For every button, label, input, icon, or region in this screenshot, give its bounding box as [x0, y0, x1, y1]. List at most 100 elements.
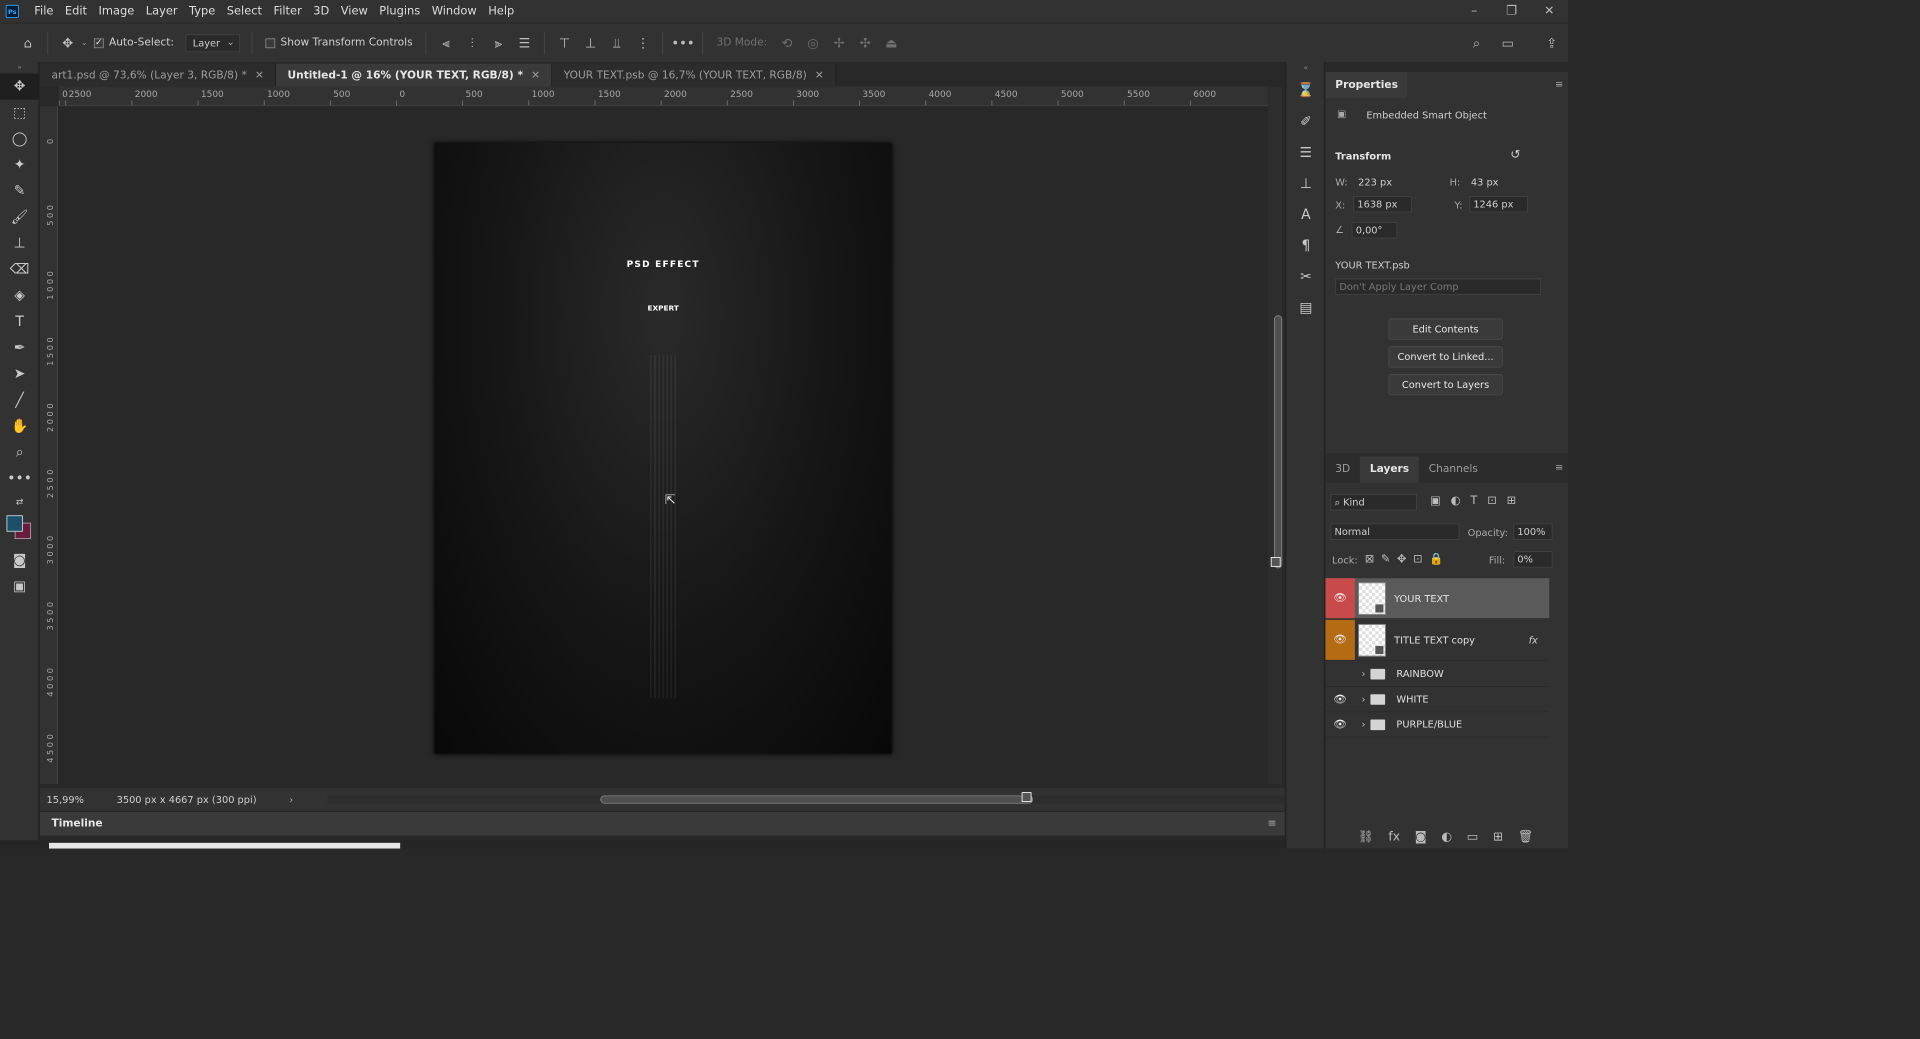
- menu-3d[interactable]: 3D: [307, 0, 335, 23]
- layer-effects-icon[interactable]: fx: [1529, 634, 1538, 645]
- restore-icon[interactable]: ❐: [1493, 0, 1531, 23]
- timeline-panel[interactable]: Timeline ≡: [40, 810, 1285, 836]
- brush-tool-icon[interactable]: 🖌: [0, 204, 39, 230]
- menu-type[interactable]: Type: [183, 0, 221, 23]
- edit-contents-button[interactable]: Edit Contents: [1388, 318, 1503, 340]
- x-position-field[interactable]: 1638 px: [1353, 196, 1413, 213]
- new-group-icon[interactable]: ▭: [1467, 829, 1479, 844]
- layer-row[interactable]: 👁 YOUR TEXT: [1325, 578, 1550, 620]
- eyedropper-tool-icon[interactable]: ✎: [0, 178, 39, 204]
- zoom-level[interactable]: 15,99%: [47, 794, 84, 805]
- properties-tab[interactable]: Properties: [1325, 71, 1408, 99]
- layer-group-row[interactable]: 👁 › WHITE: [1325, 687, 1550, 713]
- path-selection-tool-icon[interactable]: ➤: [0, 361, 39, 387]
- more-icon[interactable]: •••: [670, 30, 696, 56]
- tab-channels[interactable]: Channels: [1419, 457, 1488, 483]
- chevron-down-icon[interactable]: ⌄: [81, 38, 88, 47]
- visibility-eye-icon[interactable]: 👁: [1326, 687, 1355, 712]
- align-top-icon[interactable]: ⊤: [551, 30, 577, 56]
- align-right-icon[interactable]: ⫸: [485, 30, 511, 56]
- horizontal-scrollbar[interactable]: [327, 792, 1296, 804]
- chevron-right-icon[interactable]: ›: [1361, 668, 1365, 679]
- workspace-icon[interactable]: ▭: [1495, 30, 1521, 56]
- menu-window[interactable]: Window: [426, 0, 483, 23]
- vertical-scrollbar[interactable]: [1267, 86, 1283, 785]
- close-window-icon[interactable]: ✕: [1530, 0, 1568, 23]
- menu-plugins[interactable]: Plugins: [374, 0, 426, 23]
- libraries-icon[interactable]: ▤: [1286, 292, 1325, 323]
- paint-bucket-tool-icon[interactable]: ◈: [0, 283, 39, 309]
- angle-field[interactable]: 0,00°: [1351, 222, 1398, 239]
- width-value[interactable]: 223 px: [1358, 176, 1392, 187]
- lock-icons[interactable]: ⊠✎✥⊡🔒: [1365, 553, 1450, 566]
- layer-group-row[interactable]: › RAINBOW: [1325, 662, 1550, 687]
- move-tool-icon[interactable]: ✥: [55, 30, 81, 56]
- new-layer-icon[interactable]: ⊞: [1493, 829, 1503, 844]
- menu-help[interactable]: Help: [482, 0, 520, 23]
- layer-name[interactable]: PURPLE/BLUE: [1396, 719, 1462, 730]
- color-swatches[interactable]: [0, 511, 39, 547]
- clone-source-icon[interactable]: ⊥: [1286, 168, 1325, 199]
- chevron-right-icon[interactable]: ›: [1361, 693, 1365, 704]
- more-tools-icon[interactable]: •••: [0, 466, 39, 492]
- panel-menu-icon[interactable]: ≡: [1555, 461, 1563, 472]
- trash-icon[interactable]: 🗑: [1518, 829, 1534, 844]
- menu-layer[interactable]: Layer: [140, 0, 183, 23]
- auto-select-dropdown[interactable]: Layer: [185, 33, 241, 52]
- type-tool-icon[interactable]: T: [0, 309, 39, 335]
- close-icon[interactable]: ✕: [815, 69, 824, 81]
- stamp-tool-icon[interactable]: ⊥: [0, 230, 39, 256]
- convert-to-linked-button[interactable]: Convert to Linked...: [1388, 346, 1503, 368]
- layer-filter-icons[interactable]: ▣◐T⊡⊞: [1430, 494, 1526, 507]
- canvas-area[interactable]: PSD EFFECT EXPERT ⇱: [58, 106, 1266, 785]
- eraser-tool-icon[interactable]: ⌫: [0, 256, 39, 282]
- line-tool-icon[interactable]: ╱: [0, 387, 39, 413]
- tab-art1[interactable]: art1.psd @ 73,6% (Layer 3, RGB/8) * ✕: [40, 63, 277, 87]
- close-icon[interactable]: ✕: [255, 69, 264, 81]
- align-left-icon[interactable]: ⫷: [433, 30, 459, 56]
- brush-settings-icon[interactable]: ✐: [1286, 106, 1325, 137]
- collapse-icon[interactable]: «: [1286, 62, 1325, 75]
- minimize-icon[interactable]: –: [1455, 0, 1493, 23]
- transform-controls-checkbox[interactable]: Show Transform Controls: [265, 37, 413, 49]
- link-icon[interactable]: ⛓: [1358, 829, 1374, 844]
- tool-presets-icon[interactable]: ✂: [1286, 261, 1325, 292]
- quick-mask-icon[interactable]: ◙: [0, 547, 39, 573]
- menu-view[interactable]: View: [335, 0, 374, 23]
- height-value[interactable]: 43 px: [1471, 176, 1499, 187]
- layer-name[interactable]: TITLE TEXT copy: [1394, 634, 1475, 645]
- tab-3d[interactable]: 3D: [1326, 457, 1361, 483]
- mask-icon[interactable]: ◙: [1415, 829, 1427, 844]
- scroll-thumb[interactable]: [600, 792, 1034, 804]
- reset-icon[interactable]: ↺: [1510, 147, 1520, 162]
- chevron-right-icon[interactable]: ›: [289, 794, 293, 805]
- layer-comp-dropdown[interactable]: Don't Apply Layer Comp: [1335, 278, 1542, 295]
- screen-mode-icon[interactable]: ▣: [0, 573, 39, 599]
- layer-name[interactable]: WHITE: [1396, 693, 1428, 704]
- visibility-eye-icon[interactable]: 👁: [1325, 619, 1355, 660]
- distribute-icon[interactable]: ☰: [511, 30, 537, 56]
- distribute-vertical-icon[interactable]: ⋮: [630, 30, 656, 56]
- adjustments-icon[interactable]: ☰: [1286, 137, 1325, 168]
- chevron-right-icon[interactable]: ›: [1361, 719, 1365, 730]
- opacity-field[interactable]: 100%: [1513, 523, 1553, 540]
- document-info[interactable]: 3500 px x 4667 px (300 ppi): [117, 794, 257, 805]
- menu-filter[interactable]: Filter: [268, 0, 308, 23]
- panel-menu-icon[interactable]: ≡: [1555, 78, 1563, 89]
- align-center-icon[interactable]: ⫶: [459, 30, 485, 56]
- checkbox-box[interactable]: [94, 36, 105, 48]
- foreground-color-swatch[interactable]: [6, 515, 23, 532]
- layer-name[interactable]: RAINBOW: [1396, 668, 1443, 679]
- menu-edit[interactable]: Edit: [59, 0, 93, 23]
- blend-mode-dropdown[interactable]: Normal: [1330, 523, 1460, 540]
- fx-icon[interactable]: fx: [1388, 829, 1400, 844]
- share-icon[interactable]: ⇪: [1539, 30, 1565, 56]
- visibility-eye-icon[interactable]: 👁: [1326, 712, 1355, 737]
- tab-untitled-1[interactable]: Untitled-1 @ 16% (YOUR TEXT, RGB/8) * ✕: [276, 63, 553, 87]
- menu-select[interactable]: Select: [221, 0, 268, 23]
- y-position-field[interactable]: 1246 px: [1469, 196, 1529, 213]
- lasso-tool-icon[interactable]: ◯: [0, 126, 39, 152]
- tab-layers[interactable]: Layers: [1360, 456, 1419, 483]
- pen-tool-icon[interactable]: ✒: [0, 335, 39, 361]
- close-icon[interactable]: ✕: [531, 69, 540, 81]
